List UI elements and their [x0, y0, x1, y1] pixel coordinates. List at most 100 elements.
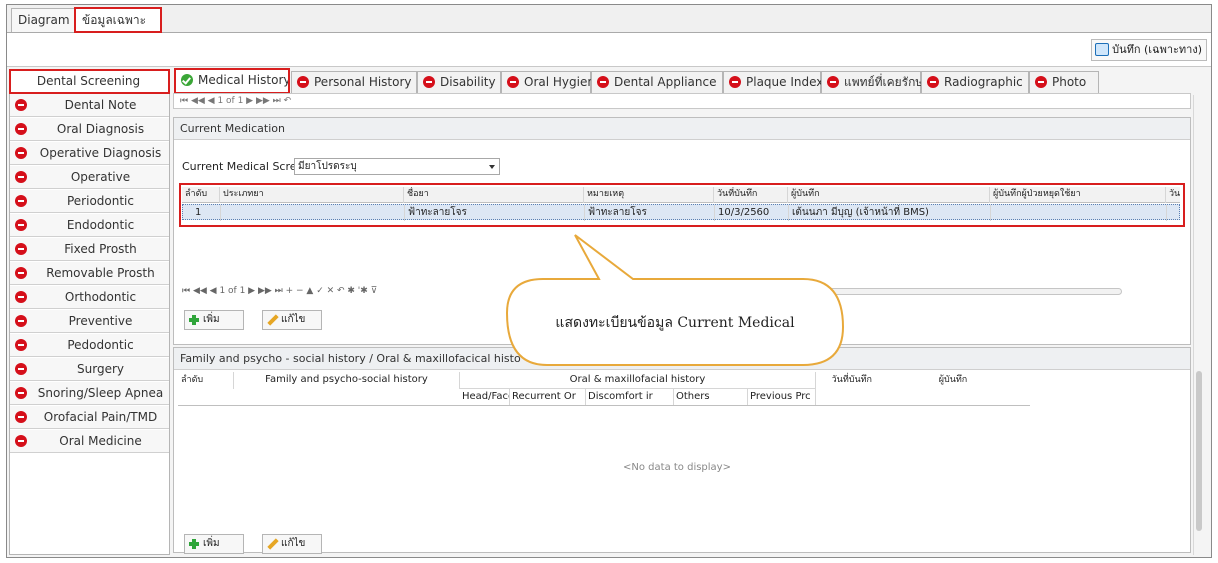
- sidebar-item-label: Endodontic: [66, 218, 135, 232]
- col-header[interactable]: ผู้บันทึก: [788, 187, 990, 203]
- tab-label: Plaque Index: [746, 75, 824, 89]
- save-button[interactable]: บันทึก (เฉพาะทาง): [1091, 39, 1207, 61]
- tab-previous-dentist[interactable]: แพทย์ที่เคยรักษา: [821, 71, 930, 93]
- minus-icon: [15, 291, 27, 303]
- col-header[interactable]: วันที่บันทึก: [816, 372, 876, 389]
- minus-icon: [15, 267, 27, 279]
- pencil-icon: [267, 315, 278, 326]
- col-header[interactable]: ผู้บันทึกผู้ป่วยหยุดใช้ยา: [990, 187, 1166, 203]
- top-tab-bar: Diagram ข้อมูลเฉพาะทาง: [7, 5, 1211, 49]
- minus-icon: [15, 147, 27, 159]
- col-header[interactable]: Discomfort ir: [586, 389, 674, 405]
- col-header[interactable]: Previous Prc: [748, 389, 816, 405]
- col-header[interactable]: Recurrent Or: [510, 389, 586, 405]
- tab-dental-appliance[interactable]: Dental Appliance: [591, 71, 723, 93]
- minus-icon: [15, 339, 27, 351]
- sidebar-item-dental-screening[interactable]: Dental Screening: [9, 69, 170, 94]
- table-row[interactable]: 1 ฟ้าทะลายโจร ฟ้าทะลายโจร 10/3/2560 เต้น…: [182, 204, 1180, 221]
- col-header[interactable]: หมายเหตุ: [584, 187, 714, 203]
- tab-specialty-data[interactable]: ข้อมูลเฉพาะทาง: [74, 7, 162, 49]
- sidebar-item-fixed-prosth[interactable]: Fixed Prosth: [10, 238, 169, 261]
- sidebar-item-removable-prosth[interactable]: Removable Prosth: [10, 262, 169, 285]
- cell-drug-type: [221, 205, 405, 221]
- sidebar-item-surgery[interactable]: Surgery: [10, 358, 169, 381]
- col-header[interactable]: วันที่บันทึก: [714, 187, 788, 203]
- minus-icon: [1035, 76, 1047, 88]
- sidebar-item-dental-note[interactable]: Dental Note: [10, 94, 169, 117]
- sidebar-item-periodontic[interactable]: Periodontic: [10, 190, 169, 213]
- tab-personal-history[interactable]: Personal History: [291, 71, 417, 93]
- sidebar-item-label: Orthodontic: [64, 290, 137, 304]
- minus-icon: [827, 76, 839, 88]
- empty-message: <No data to display>: [623, 462, 731, 473]
- sidebar-item-operative-diagnosis[interactable]: Operative Diagnosis: [10, 142, 169, 165]
- cell-note: ฟ้าทะลายโจร: [585, 205, 715, 221]
- minus-icon: [15, 435, 27, 447]
- vertical-scrollbar[interactable]: [1193, 95, 1203, 555]
- col-header[interactable]: Others: [674, 389, 748, 405]
- sidebar-item-operative[interactable]: Operative: [10, 166, 169, 189]
- tab-photo[interactable]: Photo: [1029, 71, 1099, 93]
- tab-oral-hygiene[interactable]: Oral Hygiene: [501, 71, 602, 93]
- sidebar-item-label: Periodontic: [66, 194, 134, 208]
- save-icon: [1095, 43, 1110, 56]
- record-navigator[interactable]: ⏮ ◀◀ ◀ 1 of 1 ▶ ▶▶ ⏭ ↶: [173, 93, 1191, 109]
- minus-icon: [15, 99, 27, 111]
- scroll-thumb[interactable]: [1196, 371, 1202, 531]
- sidebar-item-label: Snoring/Sleep Apnea: [37, 386, 164, 400]
- tab-plaque-index[interactable]: Plaque Index: [723, 71, 824, 93]
- current-medical-screen-select[interactable]: มียาโปรดระบุ: [294, 158, 500, 175]
- minus-icon: [15, 243, 27, 255]
- cell-no: 1: [183, 205, 221, 221]
- pencil-icon: [267, 539, 278, 550]
- sidebar-item-label: Operative Diagnosis: [39, 146, 162, 160]
- sidebar-item-label: Pedodontic: [67, 338, 134, 352]
- tab-label: Photo: [1052, 75, 1087, 89]
- sidebar-item-label: Preventive: [68, 314, 133, 328]
- sidebar-item-oral-medicine[interactable]: Oral Medicine: [10, 430, 169, 453]
- sidebar-item-label: Fixed Prosth: [64, 242, 137, 256]
- col-header[interactable]: Head/Face/: [460, 389, 510, 405]
- app-window: Diagram ข้อมูลเฉพาะทาง บันทึก (เฉพาะทาง)…: [6, 4, 1212, 558]
- tab-medical-history[interactable]: Medical History: [174, 68, 290, 94]
- sidebar-item-endodontic[interactable]: Endodontic: [10, 214, 169, 237]
- add-family-history-button[interactable]: เพิ่ม: [184, 534, 244, 554]
- tab-disability[interactable]: Disability: [417, 71, 501, 93]
- edit-family-history-button[interactable]: แก้ไข: [262, 534, 322, 554]
- sidebar-item-snoring[interactable]: Snoring/Sleep Apnea: [10, 382, 169, 405]
- col-header[interactable]: Oral & maxillofacial history: [460, 372, 816, 389]
- minus-icon: [15, 411, 27, 423]
- sidebar-item-oral-diagnosis[interactable]: Oral Diagnosis: [10, 118, 169, 141]
- minus-icon: [15, 219, 27, 231]
- sidebar-item-orthodontic[interactable]: Orthodontic: [10, 286, 169, 309]
- col-header[interactable]: ประเภทยา: [220, 187, 404, 203]
- tab-radiographic[interactable]: Radiographic: [921, 71, 1029, 93]
- add-medication-button[interactable]: เพิ่ม: [184, 310, 244, 330]
- panel-title: Current Medication: [174, 118, 1190, 140]
- sidebar-item-preventive[interactable]: Preventive: [10, 310, 169, 333]
- col-header[interactable]: ลำดับ: [178, 372, 234, 389]
- col-header[interactable]: ลำดับ: [182, 187, 220, 203]
- minus-icon: [15, 123, 27, 135]
- plus-icon: [189, 539, 199, 549]
- col-header[interactable]: ผู้บันทึก: [876, 372, 1030, 389]
- medication-grid: ลำดับ ประเภทยา ชื่อยา หมายเหตุ วันที่บัน…: [179, 183, 1185, 227]
- minus-icon: [597, 76, 609, 88]
- edit-medication-button[interactable]: แก้ไข: [262, 310, 322, 330]
- tab-label: แพทย์ที่เคยรักษา: [844, 75, 931, 89]
- tab-label: Dental Appliance: [614, 75, 717, 89]
- select-value: มียาโปรดระบุ: [298, 161, 357, 172]
- sub-tab-bar: Medical History Personal History Disabil…: [173, 68, 1203, 94]
- minus-icon: [423, 76, 435, 88]
- sidebar-item-orofacial-pain[interactable]: Orofacial Pain/TMD: [10, 406, 169, 429]
- col-header[interactable]: วัน: [1166, 187, 1180, 203]
- minus-icon: [927, 76, 939, 88]
- sidebar-item-label: Removable Prosth: [46, 266, 155, 280]
- col-header[interactable]: ชื่อยา: [404, 187, 584, 203]
- minus-icon: [15, 363, 27, 375]
- sidebar-item-pedodontic[interactable]: Pedodontic: [10, 334, 169, 357]
- tab-diagram[interactable]: Diagram: [11, 8, 75, 32]
- minus-icon: [15, 171, 27, 183]
- grid-pager[interactable]: ⏮ ◀◀ ◀ 1 of 1 ▶ ▶▶ ⏭ + − ▲ ✓ ✕ ↶ ✱ '✱ ⊽: [182, 286, 377, 296]
- col-header[interactable]: Family and psycho-social history: [234, 372, 460, 389]
